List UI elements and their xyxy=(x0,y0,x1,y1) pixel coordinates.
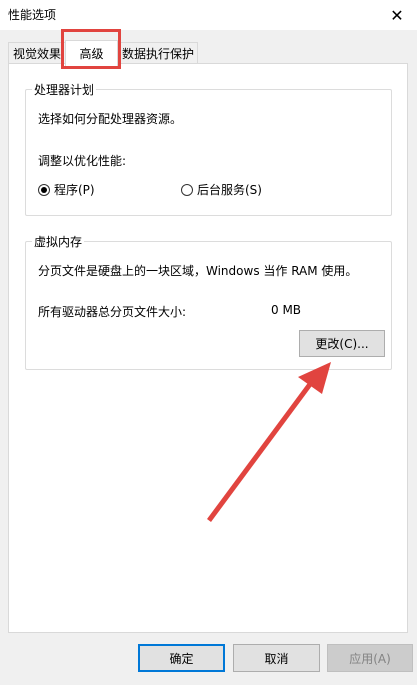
radio-programs-indicator[interactable] xyxy=(38,183,50,196)
virtual-memory-group-title: 虚拟内存 xyxy=(32,233,85,250)
processor-description: 选择如何分配处理器资源。 xyxy=(38,112,183,126)
radio-programs[interactable]: 程序(P) xyxy=(38,181,95,198)
window-title: 性能选项 xyxy=(8,8,57,22)
ok-button[interactable]: 确定 xyxy=(138,644,225,672)
cancel-button[interactable]: 取消 xyxy=(233,644,320,672)
apply-button[interactable]: 应用(A) xyxy=(327,644,413,672)
change-virtual-memory-button[interactable]: 更改(C)... xyxy=(299,330,385,357)
virtual-memory-group: 虚拟内存 分页文件是硬盘上的一块区域，Windows 当作 RAM 使用。 所有… xyxy=(25,233,392,370)
radio-services-indicator[interactable] xyxy=(181,183,193,196)
adjust-performance-label: 调整以优化性能: xyxy=(38,154,127,168)
tab-advanced[interactable]: 高级 xyxy=(65,40,118,66)
advanced-tab-panel: 处理器计划 选择如何分配处理器资源。 调整以优化性能: 程序(P) 后台服务(S… xyxy=(8,63,408,633)
paging-file-description: 分页文件是硬盘上的一块区域，Windows 当作 RAM 使用。 xyxy=(38,264,358,278)
radio-services-label: 后台服务(S) xyxy=(197,183,262,197)
processor-scheduling-group: 处理器计划 选择如何分配处理器资源。 调整以优化性能: 程序(P) 后台服务(S… xyxy=(25,81,392,216)
total-paging-size-label: 所有驱动器总分页文件大小: xyxy=(38,305,187,319)
tab-visual-effects[interactable]: 视觉效果 xyxy=(8,42,66,64)
performance-options-window: 性能选项 ✕ 视觉效果 高级 数据执行保护 处理器计划 选择如何分配处理器资源。… xyxy=(0,0,417,685)
close-button[interactable]: ✕ xyxy=(377,0,417,30)
total-paging-size-value: 0 MB xyxy=(271,303,302,317)
tab-strip: 视觉效果 高级 数据执行保护 xyxy=(8,40,408,66)
processor-group-title: 处理器计划 xyxy=(32,81,97,98)
radio-programs-label: 程序(P) xyxy=(54,183,95,197)
radio-background-services[interactable]: 后台服务(S) xyxy=(181,181,262,198)
title-bar: 性能选项 ✕ xyxy=(0,0,417,30)
tab-data-execution-prevention[interactable]: 数据执行保护 xyxy=(118,42,198,64)
